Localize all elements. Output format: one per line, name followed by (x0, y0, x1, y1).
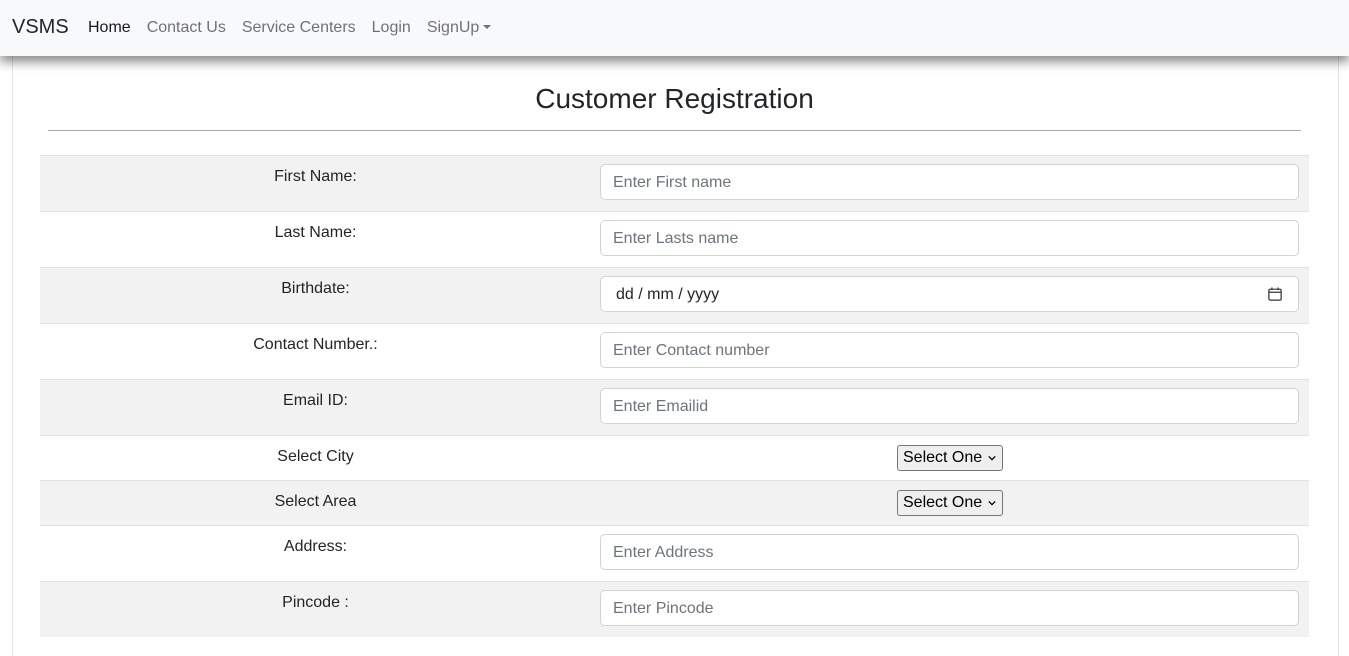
address-input[interactable]: Enter Address (600, 534, 1299, 570)
area-selected-value: Select One (903, 494, 983, 511)
nav-link-signup-dropdown[interactable]: SignUp (426, 19, 492, 37)
contact-number-input[interactable]: Enter Contact number (600, 332, 1299, 368)
chevron-down-icon (988, 500, 996, 506)
form-row-contact-number: Contact Number.: Enter Contact number (40, 323, 1309, 379)
nav-link-login[interactable]: Login (372, 19, 411, 37)
form-row-birthdate: Birthdate: dd / mm / yyyy (40, 267, 1309, 323)
form-row-first-name: First Name: Enter First name (40, 155, 1309, 211)
email-input[interactable]: Enter Emailid (600, 388, 1299, 424)
form-row-area: Select Area Select One (40, 480, 1309, 525)
last-name-input[interactable]: Enter Lasts name (600, 220, 1299, 256)
area-select[interactable]: Select One (897, 490, 1003, 516)
nav-link-home[interactable]: Home (88, 19, 131, 37)
form-row-last-name: Last Name: Enter Lasts name (40, 211, 1309, 267)
navbar: VSMS Home Contact Us Service Centers Log… (0, 0, 1349, 56)
contact-number-label: Contact Number.: (253, 336, 378, 353)
last-name-label: Last Name: (274, 224, 357, 241)
nav-link-service-centers[interactable]: Service Centers (242, 19, 356, 37)
brand-link[interactable]: VSMS (12, 16, 69, 39)
pincode-label: Pincode : (282, 594, 349, 611)
birthdate-label: Birthdate: (281, 280, 350, 297)
birthdate-value: dd / mm / yyyy (616, 286, 720, 303)
birthdate-input[interactable]: dd / mm / yyyy (600, 276, 1299, 312)
area-label: Select Area (274, 493, 357, 510)
first-name-label: First Name: (274, 168, 357, 185)
form-row-pincode: Pincode : Enter Pincode (40, 581, 1309, 637)
form-row-email: Email ID: Enter Emailid (40, 379, 1309, 435)
dropdown-caret-icon (483, 25, 492, 29)
form-row-city: Select City Select One (40, 435, 1309, 480)
first-name-input[interactable]: Enter First name (600, 164, 1299, 200)
title-divider (48, 130, 1301, 131)
email-label: Email ID: (283, 392, 348, 409)
signup-label: SignUp (426, 19, 480, 36)
pincode-input[interactable]: Enter Pincode (600, 590, 1299, 626)
address-label: Address: (283, 538, 348, 555)
nav-link-contact-us[interactable]: Contact Us (147, 19, 226, 37)
registration-form: First Name: Enter First name Last Name: … (40, 155, 1309, 637)
city-selected-value: Select One (903, 449, 983, 466)
calendar-icon[interactable] (1268, 287, 1282, 301)
chevron-down-icon (988, 455, 996, 461)
page-title: Customer Registration (535, 83, 814, 114)
form-row-address: Address: Enter Address (40, 525, 1309, 581)
city-label: Select City (277, 448, 354, 465)
city-select[interactable]: Select One (897, 445, 1003, 471)
nav-links: Home Contact Us Service Centers Login Si… (88, 19, 507, 37)
